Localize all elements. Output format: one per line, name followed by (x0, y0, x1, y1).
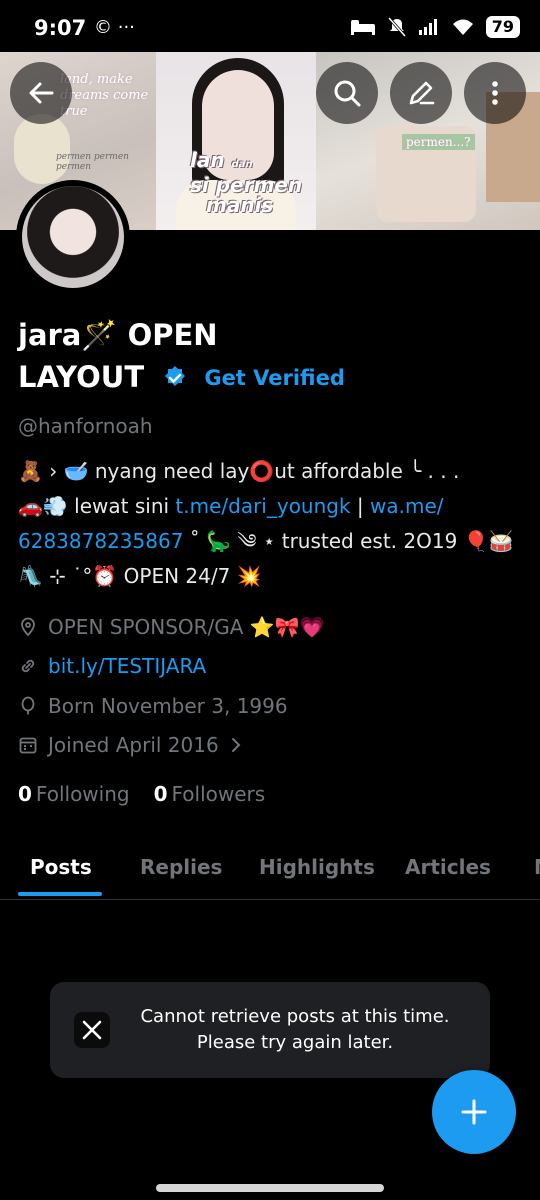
more-button[interactable] (464, 62, 526, 124)
tab-posts[interactable]: Posts (30, 834, 92, 900)
signal-icon (418, 19, 437, 35)
profile-birthday: Born November 3, 1996 (18, 694, 288, 718)
overlay-line1: lan (190, 148, 225, 172)
avatar[interactable] (22, 186, 124, 288)
bio-link-whatsapp-part2[interactable]: 6283878235867 (18, 529, 183, 553)
bio-link-telegram[interactable]: t.me/dari_youngk (175, 494, 350, 518)
bio-separator: | (350, 494, 371, 518)
location-pin-icon (21, 617, 35, 637)
search-button[interactable] (316, 62, 378, 124)
wifi-icon (452, 19, 473, 35)
banner-tile1-caption: permen permen permen (56, 152, 129, 172)
link-icon (21, 659, 35, 673)
followers-count: 0 (153, 782, 168, 806)
verified-badge-icon (165, 366, 186, 386)
following-label: Following (35, 782, 130, 806)
profile-location: OPEN SPONSOR/GA ⭐🎀💗 (18, 615, 325, 639)
profile-name: jara🪄 OPEN LAYOUT Get Verified (18, 314, 498, 399)
active-tab-indicator (18, 892, 102, 896)
tab-replies[interactable]: Replies (140, 834, 222, 900)
tab-highlights[interactable]: Highlights (259, 834, 375, 900)
tab-articles[interactable]: Articles (405, 834, 491, 900)
calendar-icon (19, 737, 37, 754)
tab-highlights-label: Highlights (259, 855, 375, 879)
profile-joined[interactable]: Joined April 2016 (18, 733, 243, 757)
tab-posts-label: Posts (30, 855, 92, 879)
bio-line4: 🛝 ⊹ ˙°⏰ OPEN 24/7 💥 (18, 564, 262, 588)
get-verified-link[interactable]: Get Verified (204, 366, 345, 390)
bio-line3-suffix: ˚ 🦕 ༄ ⋆ trusted est. 2O19 🎈🥁 (183, 529, 514, 553)
pencil-icon (409, 81, 435, 105)
tab-media-label: M (534, 855, 540, 879)
profile-website[interactable]: bit.ly/TESTIJARA (18, 654, 206, 678)
search-icon (334, 80, 361, 107)
website-link[interactable]: bit.ly/TESTIJARA (48, 654, 206, 678)
compose-button[interactable] (432, 1070, 516, 1154)
overlay-line3: manis (206, 193, 274, 217)
status-time: 9:07 (34, 16, 87, 40)
mute-bell-icon (387, 17, 406, 37)
bed-icon (350, 20, 375, 35)
tab-articles-label: Articles (405, 855, 491, 879)
system-icons: 79 (350, 16, 520, 38)
avatar-frame[interactable] (16, 180, 130, 294)
follow-stats: 0 Following 0 Followers (18, 782, 265, 806)
profile-bio: 🧸 › 🥣 nyang need lay⭕ut affordable ╰ . .… (18, 454, 528, 594)
banner-overlay-text: lan dan si permen manis (190, 150, 302, 215)
born-text: Born November 3, 1996 (48, 694, 288, 718)
more-vertical-icon (492, 81, 498, 105)
plus-icon (461, 1099, 487, 1125)
location-text: OPEN SPONSOR/GA ⭐🎀💗 (48, 615, 325, 639)
banner-tile1-text: land, make dreams come true (60, 72, 149, 119)
following-count: 0 (18, 782, 32, 806)
error-toast: Cannot retrieve posts at this time. Plea… (50, 982, 490, 1078)
bio-line1: 🧸 › 🥣 nyang need lay⭕ut affordable ╰ . .… (18, 459, 460, 483)
chevron-right-icon (231, 738, 241, 752)
followers-label: Followers (171, 782, 266, 806)
profile-tabs: Posts Replies Highlights Articles M (0, 834, 540, 900)
bio-link-whatsapp-part1[interactable]: wa.me/ (370, 494, 444, 518)
notification-icons: © ··· (94, 17, 135, 38)
toast-message: Cannot retrieve posts at this time. Plea… (130, 1004, 460, 1056)
hand-shape (14, 114, 70, 184)
joined-text: Joined April 2016 (48, 733, 219, 757)
back-button[interactable] (10, 62, 72, 124)
tab-media[interactable]: M (534, 834, 540, 900)
bio-line2-prefix: 🚗💨 lewat sini (18, 494, 176, 518)
balloon-icon (21, 696, 35, 715)
profile-handle: @hanfornoah (18, 414, 153, 438)
toast-line1: Cannot retrieve posts at this time. (140, 1006, 450, 1027)
profile-name-line1: jara🪄 OPEN (18, 318, 218, 352)
followers-link[interactable]: 0 Followers (154, 782, 266, 806)
tab-replies-label: Replies (140, 855, 223, 879)
home-indicator[interactable] (156, 1184, 384, 1192)
banner-tile3-text: permen...? (402, 134, 475, 150)
status-bar: 9:07 © ··· 79 (0, 0, 540, 52)
arrow-left-icon (29, 82, 54, 104)
battery-level: 79 (485, 16, 520, 38)
edit-button[interactable] (390, 62, 452, 124)
toast-line2: Please try again later. (196, 1032, 394, 1053)
following-link[interactable]: 0 Following (18, 782, 130, 806)
profile-name-line2: LAYOUT (18, 360, 145, 394)
overlay-small: dan (231, 159, 253, 170)
x-logo-icon (74, 1012, 110, 1048)
